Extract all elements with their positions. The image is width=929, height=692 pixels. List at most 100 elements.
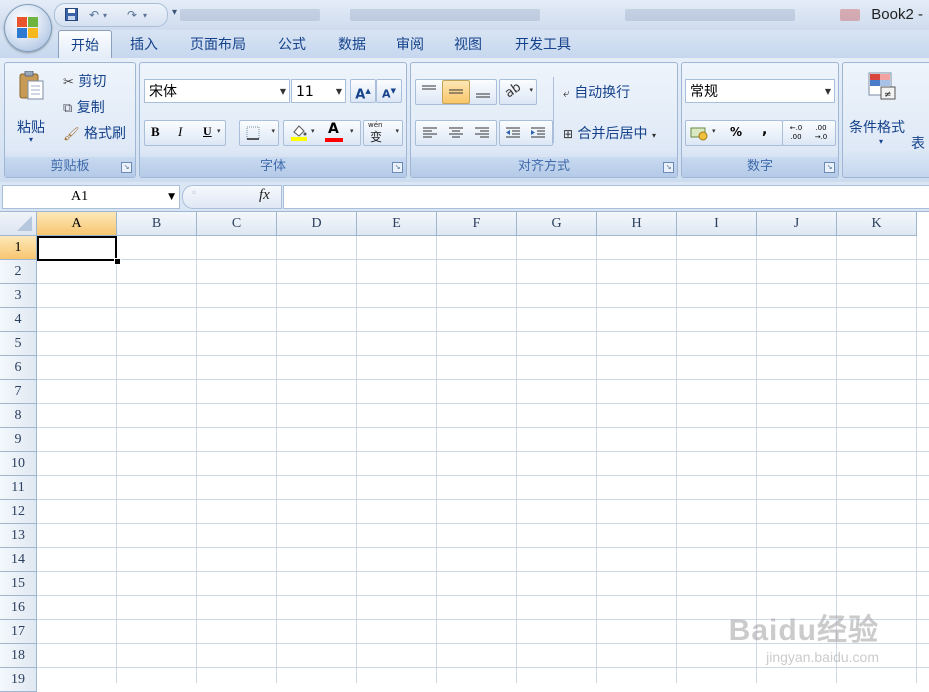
column-header[interactable]: F <box>437 212 517 236</box>
row-header[interactable]: 14 <box>0 548 37 572</box>
comma-button[interactable]: , <box>762 122 767 138</box>
column-header[interactable]: H <box>597 212 677 236</box>
align-left-icon[interactable] <box>422 126 438 143</box>
chevron-down-icon[interactable]: ▼ <box>168 186 175 208</box>
dialog-launcher-icon[interactable]: ↘ <box>824 162 835 173</box>
row-header[interactable]: 18 <box>0 644 37 668</box>
paste-button[interactable]: 粘贴 ▾ <box>13 69 51 149</box>
row-header[interactable]: 1 <box>0 236 37 260</box>
align-right-icon[interactable] <box>474 126 490 143</box>
increase-indent-icon[interactable] <box>530 126 546 143</box>
chevron-down-icon[interactable]: ▼ <box>336 80 342 104</box>
chevron-down-icon[interactable]: ▾ <box>217 127 221 135</box>
dialog-launcher-icon[interactable]: ↘ <box>663 162 674 173</box>
currency-button[interactable] <box>690 125 708 144</box>
formula-input[interactable] <box>283 185 929 209</box>
chevron-down-icon[interactable]: ▾ <box>143 11 147 20</box>
align-top-icon[interactable] <box>416 80 442 104</box>
row-header[interactable]: 15 <box>0 572 37 596</box>
font-name-combo[interactable]: 宋体 ▼ <box>144 79 290 103</box>
column-header[interactable]: C <box>197 212 277 236</box>
redo-icon[interactable]: ↷ <box>127 8 137 22</box>
chevron-down-icon[interactable]: ▾ <box>271 127 275 135</box>
cut-button[interactable]: ✂ 剪切 <box>63 71 106 91</box>
column-header[interactable]: A <box>37 212 117 236</box>
tab-data[interactable]: 数据 <box>328 30 376 58</box>
column-header[interactable]: D <box>277 212 357 236</box>
chevron-down-icon[interactable]: ▾ <box>311 127 315 135</box>
row-header[interactable]: 8 <box>0 404 37 428</box>
column-header[interactable]: G <box>517 212 597 236</box>
tab-page-layout[interactable]: 页面布局 <box>180 30 256 58</box>
row-header[interactable]: 6 <box>0 356 37 380</box>
tab-insert[interactable]: 插入 <box>120 30 168 58</box>
tab-view[interactable]: 视图 <box>444 30 492 58</box>
chevron-down-icon[interactable]: ▾ <box>103 11 107 20</box>
select-all-corner[interactable] <box>0 212 37 236</box>
bold-button[interactable]: B <box>151 124 160 140</box>
row-header[interactable]: 12 <box>0 500 37 524</box>
row-header[interactable]: 9 <box>0 428 37 452</box>
chevron-down-icon[interactable]: ▼ <box>280 80 286 104</box>
column-header[interactable]: K <box>837 212 917 236</box>
chevron-down-icon[interactable]: ▾ <box>395 127 399 135</box>
font-size-combo[interactable]: 11 ▼ <box>291 79 346 103</box>
row-header[interactable]: 10 <box>0 452 37 476</box>
expand-icon[interactable]: ◦ <box>191 188 197 199</box>
row-header[interactable]: 13 <box>0 524 37 548</box>
row-header[interactable]: 2 <box>0 260 37 284</box>
insert-function-button[interactable]: fx <box>259 187 270 204</box>
number-format-combo[interactable]: 常规 ▼ <box>685 79 835 103</box>
fill-color-button[interactable] <box>290 123 308 144</box>
row-header[interactable]: 17 <box>0 620 37 644</box>
underline-button[interactable]: U <box>203 124 212 139</box>
shrink-font-button[interactable]: A▼ <box>376 79 402 103</box>
phonetic-button[interactable]: wén 变 ▾ <box>363 120 403 146</box>
align-bottom-icon[interactable] <box>470 80 496 104</box>
row-header[interactable]: 11 <box>0 476 37 500</box>
merge-center-button[interactable]: ⊞ 合并后居中 ▾ <box>563 123 656 143</box>
orientation-button[interactable]: ab ▾ <box>499 79 537 105</box>
increase-decimal-button[interactable]: ←.0 .00 <box>785 124 807 142</box>
undo-icon[interactable]: ↶ <box>89 8 99 22</box>
chevron-down-icon[interactable]: ▾ <box>712 127 716 135</box>
tab-review[interactable]: 审阅 <box>386 30 434 58</box>
name-box[interactable]: A1 ▼ <box>2 185 180 209</box>
customize-qat-icon[interactable]: ▾ <box>172 7 177 18</box>
format-as-table-label[interactable]: 表 <box>911 133 925 153</box>
conditional-formatting-button[interactable]: ≠ 条件格式 ▾ <box>849 69 917 149</box>
dialog-launcher-icon[interactable]: ↘ <box>392 162 403 173</box>
row-header[interactable]: 3 <box>0 284 37 308</box>
row-header[interactable]: 16 <box>0 596 37 620</box>
active-cell[interactable] <box>37 236 117 261</box>
row-header[interactable]: 5 <box>0 332 37 356</box>
grow-font-button[interactable]: A▲ <box>350 79 376 103</box>
tab-formulas[interactable]: 公式 <box>268 30 316 58</box>
row-header[interactable]: 4 <box>0 308 37 332</box>
tab-home[interactable]: 开始 <box>58 30 112 59</box>
copy-button[interactable]: ⧉ 复制 <box>63 97 105 117</box>
save-icon[interactable] <box>65 8 78 24</box>
column-header[interactable]: B <box>117 212 197 236</box>
percent-button[interactable]: % <box>730 125 742 139</box>
decrease-indent-icon[interactable] <box>505 126 521 143</box>
paste-icon <box>19 71 44 100</box>
decrease-decimal-button[interactable]: .00 →.0 <box>810 124 832 142</box>
tab-developer[interactable]: 开发工具 <box>502 30 584 58</box>
office-button[interactable] <box>4 4 52 52</box>
chevron-down-icon[interactable]: ▼ <box>825 80 831 104</box>
column-header[interactable]: J <box>757 212 837 236</box>
chevron-down-icon[interactable]: ▾ <box>350 127 354 135</box>
row-header[interactable]: 7 <box>0 380 37 404</box>
align-center-icon[interactable] <box>448 126 464 143</box>
borders-button[interactable]: ▾ <box>239 120 279 146</box>
italic-button[interactable]: I <box>178 124 182 140</box>
wrap-text-button[interactable]: ⤶ 自动换行 <box>563 82 630 102</box>
dialog-launcher-icon[interactable]: ↘ <box>121 162 132 173</box>
row-header[interactable]: 19 <box>0 668 37 692</box>
fill-handle[interactable] <box>114 258 121 265</box>
align-middle-icon[interactable] <box>442 80 470 104</box>
column-header[interactable]: E <box>357 212 437 236</box>
column-header[interactable]: I <box>677 212 757 236</box>
format-painter-button[interactable]: 🖌 格式刷 <box>63 123 126 143</box>
